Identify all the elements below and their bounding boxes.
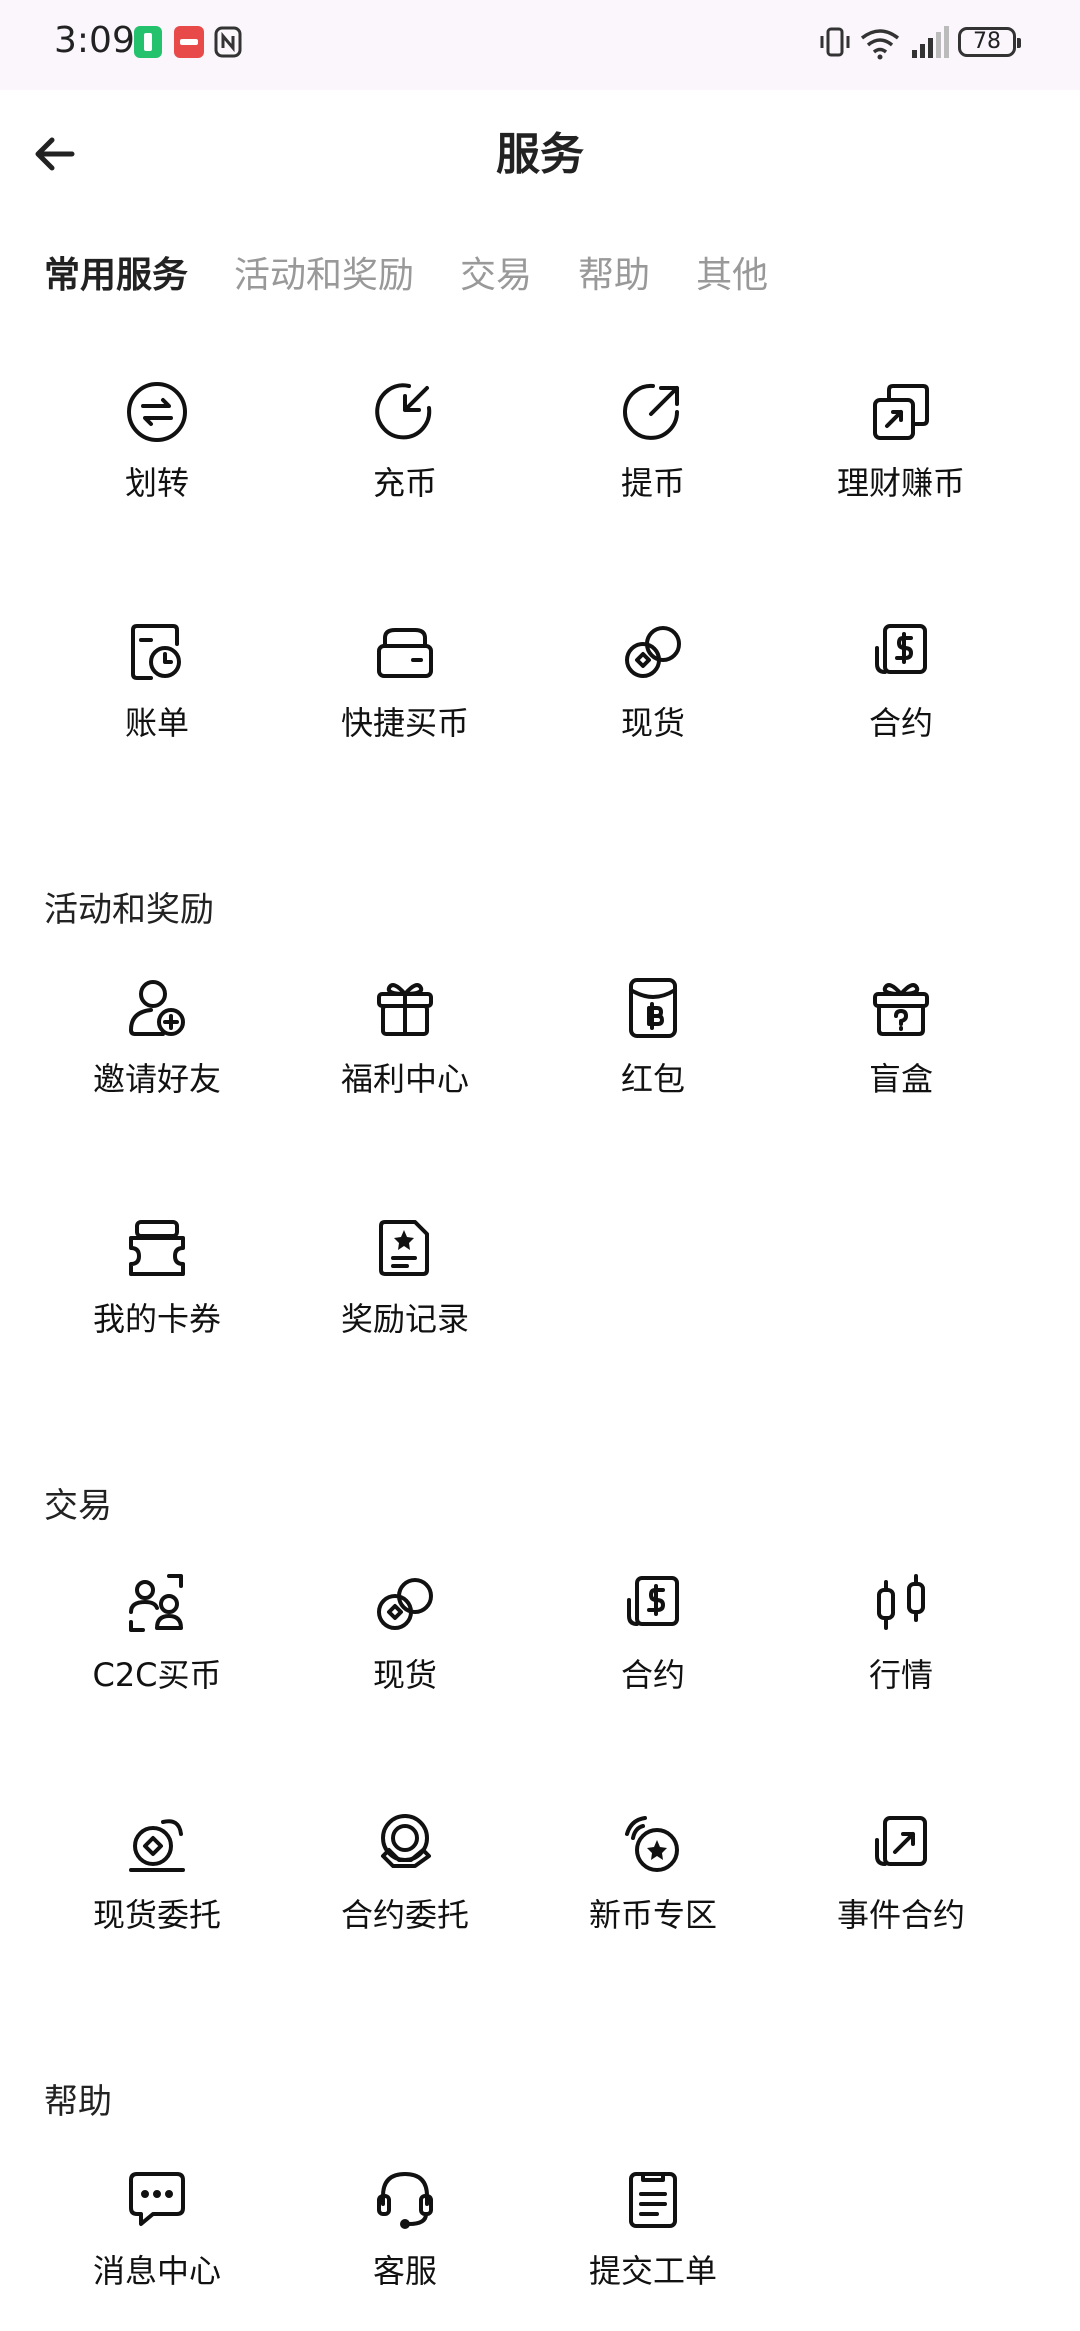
wifi-icon: [860, 29, 900, 60]
service-c2c-buy[interactable]: C2C买币: [32, 1570, 282, 1696]
app-notification-icon: [134, 26, 162, 58]
header: 服务: [0, 90, 1080, 210]
service-reward-record[interactable]: 奖励记录: [280, 1214, 530, 1340]
service-my-coupons[interactable]: 我的卡券: [32, 1214, 282, 1340]
gift-icon: [377, 983, 433, 1036]
category-tabs: 常用服务 活动和奖励 交易 帮助 其他: [44, 246, 768, 298]
status-time: 3:09: [54, 20, 135, 61]
service-label: 合约: [620, 1656, 685, 1694]
service-label: 客服: [372, 2252, 437, 2290]
section-title-trade: 交易: [44, 1486, 112, 1526]
spot-icon: [377, 1578, 433, 1630]
service-label: 我的卡券: [92, 1300, 221, 1338]
service-welfare-center[interactable]: 福利中心: [280, 974, 530, 1100]
service-market[interactable]: 行情: [776, 1570, 1026, 1696]
service-futures-orders[interactable]: 合约委托: [280, 1810, 530, 1936]
tab-trade[interactable]: 交易: [460, 246, 532, 298]
c2c-icon: [129, 1574, 183, 1632]
spot-order-icon: [129, 1819, 185, 1872]
futures-icon: [875, 624, 927, 674]
section-title-activities: 活动和奖励: [44, 890, 214, 930]
service-red-packet[interactable]: 红包: [528, 974, 778, 1100]
service-spot-trade[interactable]: 现货: [280, 1570, 530, 1696]
service-deposit[interactable]: 充币: [280, 378, 530, 504]
service-label: 邀请好友: [92, 1060, 221, 1098]
status-bar: 3:09 78: [0, 0, 1080, 90]
service-label: C2C买币: [92, 1656, 222, 1694]
service-transfer[interactable]: 划转: [32, 378, 282, 504]
ticket-icon: [629, 2172, 677, 2228]
event-contract-icon: [875, 1816, 927, 1866]
service-label: 消息中心: [92, 2252, 221, 2290]
transfer-icon: [127, 382, 187, 442]
futures-icon: [627, 1576, 679, 1626]
bill-icon: [131, 624, 181, 680]
page-title: 服务: [496, 129, 584, 180]
futures-order-icon: [381, 1814, 431, 1868]
support-icon: [377, 2172, 433, 2229]
signal-icon: [912, 26, 949, 58]
service-bill[interactable]: 账单: [32, 618, 282, 744]
coupon-icon: [129, 1220, 185, 1276]
service-event-contract[interactable]: 事件合约: [776, 1810, 1026, 1936]
withdraw-icon: [623, 383, 679, 440]
red-packet-icon: [629, 978, 677, 1038]
earn-icon: [873, 384, 929, 440]
service-futures[interactable]: 合约: [776, 618, 1026, 744]
service-futures-trade[interactable]: 合约: [528, 1570, 778, 1696]
reward-record-icon: [379, 1220, 429, 1276]
tab-other[interactable]: 其他: [696, 246, 768, 298]
service-label: 划转: [124, 464, 189, 502]
service-customer-support[interactable]: 客服: [280, 2166, 530, 2292]
service-earn[interactable]: 理财赚币: [776, 378, 1026, 504]
service-label: 充币: [372, 464, 437, 502]
spot-icon: [625, 626, 681, 678]
service-label: 新币专区: [588, 1896, 717, 1934]
tab-activities-rewards[interactable]: 活动和奖励: [234, 246, 414, 298]
service-label: 合约委托: [340, 1896, 469, 1934]
service-label: 行情: [868, 1656, 933, 1694]
service-label: 账单: [124, 704, 189, 742]
service-label: 福利中心: [340, 1060, 469, 1098]
deposit-icon: [375, 383, 432, 440]
vibrate-icon: [820, 27, 850, 57]
service-label: 红包: [620, 1060, 685, 1098]
message-icon: [129, 2172, 185, 2226]
service-label: 现货: [372, 1656, 437, 1694]
service-label: 理财赚币: [836, 464, 965, 502]
service-label: 盲盒: [868, 1060, 933, 1098]
service-label: 奖励记录: [340, 1300, 469, 1338]
nfc-icon: [214, 26, 242, 58]
service-label: 现货委托: [92, 1896, 221, 1934]
service-label: 提币: [620, 464, 685, 502]
service-label: 事件合约: [836, 1896, 965, 1934]
service-quick-buy[interactable]: 快捷买币: [280, 618, 530, 744]
service-label: 合约: [868, 704, 933, 742]
new-coin-icon: [625, 1816, 679, 1872]
service-spot-orders[interactable]: 现货委托: [32, 1810, 282, 1936]
mystery-box-icon: [873, 983, 929, 1036]
quick-buy-icon: [377, 628, 433, 678]
service-withdraw[interactable]: 提币: [528, 378, 778, 504]
service-label: 提交工单: [588, 2252, 717, 2290]
service-label: 现货: [620, 704, 685, 742]
tab-help[interactable]: 帮助: [578, 246, 650, 298]
tab-common-services[interactable]: 常用服务: [44, 246, 188, 298]
service-new-coin-zone[interactable]: 新币专区: [528, 1810, 778, 1936]
battery-indicator: 78: [958, 27, 1021, 57]
service-invite-friend[interactable]: 邀请好友: [32, 974, 282, 1100]
section-title-help: 帮助: [44, 2082, 112, 2122]
service-submit-ticket[interactable]: 提交工单: [528, 2166, 778, 2292]
service-mystery-box[interactable]: 盲盒: [776, 974, 1026, 1100]
market-icon: [877, 1574, 925, 1630]
service-message-center[interactable]: 消息中心: [32, 2166, 282, 2292]
invite-friend-icon: [129, 980, 185, 1036]
service-spot[interactable]: 现货: [528, 618, 778, 744]
service-label: 快捷买币: [340, 704, 469, 742]
app-notification-icon: [174, 26, 204, 58]
